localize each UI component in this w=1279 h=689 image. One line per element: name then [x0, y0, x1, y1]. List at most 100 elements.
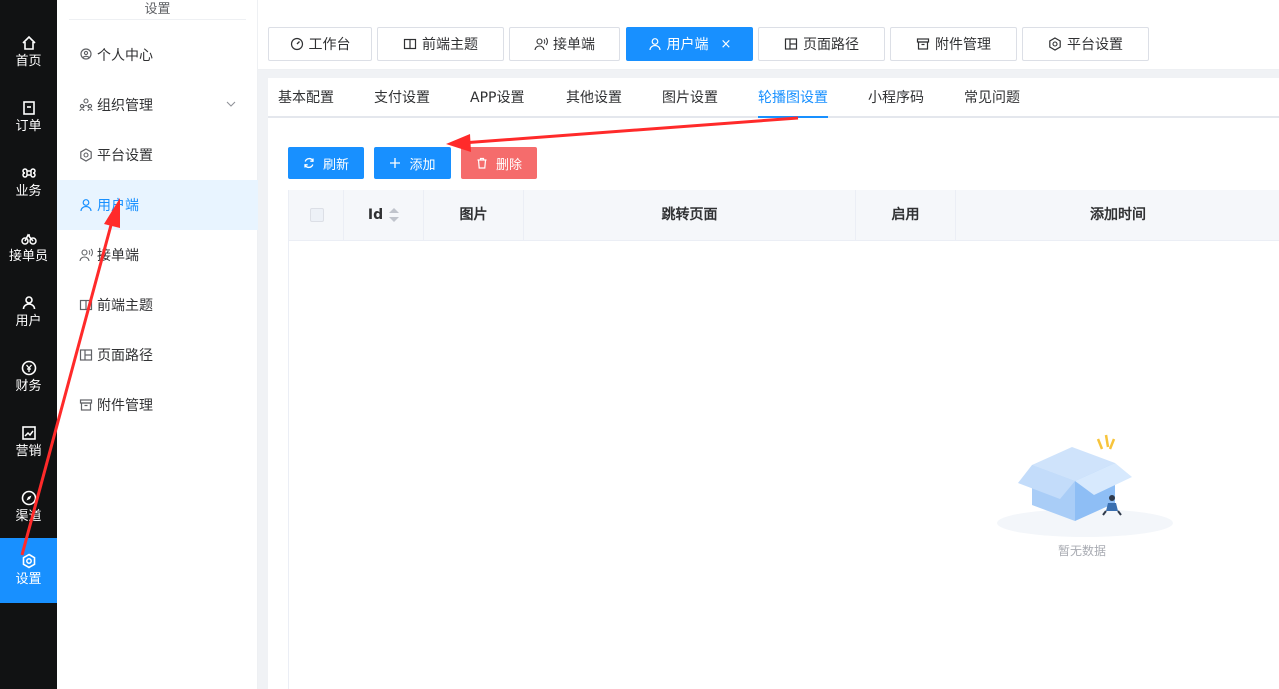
rail-item-label: 用户 — [15, 314, 42, 329]
chevron-down-icon — [226, 101, 236, 107]
order-icon — [22, 101, 35, 115]
tab-page-path[interactable]: 页面路径 — [758, 27, 885, 61]
sidebar-item-label: 前端主题 — [97, 298, 153, 314]
user-voice-icon — [534, 37, 548, 51]
rail-item-settings[interactable]: 设置 — [0, 538, 57, 603]
close-icon[interactable]: × — [721, 37, 732, 52]
rail-item-order[interactable]: 订单 — [0, 85, 57, 150]
rail-item-courier[interactable]: 接单员 — [0, 215, 57, 280]
rail-item-label: 营销 — [15, 444, 42, 459]
rail-item-label: 接单员 — [8, 249, 48, 264]
tab-label: 前端主题 — [422, 37, 478, 53]
column-created-time: 添加时间 — [1090, 207, 1146, 223]
yen-icon — [21, 360, 36, 376]
tab-dashboard[interactable]: 工作台 — [268, 27, 372, 61]
rail-item-user[interactable]: 用户 — [0, 280, 57, 345]
app-root: 首页 订单 业务 接单员 用户 财务 营销 渠道 设置 设置 个人中心 组织管理… — [0, 0, 1279, 689]
rail-item-label: 渠道 — [15, 509, 42, 524]
refresh-icon — [304, 157, 314, 169]
tab-image-settings[interactable]: 图片设置 — [662, 78, 718, 118]
sidebar-item-frontend-theme[interactable]: 前端主题 — [57, 280, 258, 330]
tab-basic-config[interactable]: 基本配置 — [278, 78, 334, 118]
layout-icon — [784, 38, 798, 50]
sidebar-item-attachments[interactable]: 附件管理 — [57, 380, 258, 430]
home-icon — [21, 35, 36, 50]
rail-item-marketing[interactable]: 营销 — [0, 410, 57, 475]
sidebar-item-label: 平台设置 — [97, 148, 153, 164]
content-panel: 基本配置 支付设置 APP设置 其他设置 图片设置 轮播图设置 小程序码 常见问… — [268, 78, 1279, 689]
add-button[interactable]: 添加 — [374, 147, 451, 179]
org-icon — [79, 98, 93, 112]
sidebar-item-label: 组织管理 — [97, 98, 153, 114]
select-all-cell — [289, 190, 344, 241]
dashboard-icon — [290, 37, 303, 51]
sidebar-item-label: 用户端 — [97, 198, 139, 214]
sidebar-item-label: 页面路径 — [97, 348, 153, 364]
tab-label: 接单端 — [553, 37, 595, 53]
rail-item-label: 订单 — [15, 119, 42, 134]
tab-user-client[interactable]: 用户端 × — [626, 27, 753, 61]
delete-button[interactable]: 删除 — [461, 147, 537, 179]
user-voice-icon — [79, 248, 93, 262]
sidebar-item-page-path[interactable]: 页面路径 — [57, 330, 258, 380]
sidebar-item-label: 个人中心 — [97, 48, 153, 64]
delete-label: 删除 — [495, 157, 522, 173]
rail-item-channel[interactable]: 渠道 — [0, 475, 57, 540]
book-icon — [403, 38, 417, 50]
tab-payment-settings[interactable]: 支付设置 — [374, 78, 430, 118]
sidebar-item-profile[interactable]: 个人中心 — [57, 30, 258, 80]
tab-other-settings[interactable]: 其他设置 — [566, 78, 622, 118]
tab-label: 工作台 — [308, 37, 351, 53]
column-id[interactable]: Id — [344, 190, 424, 241]
tab-attachments[interactable]: 附件管理 — [890, 27, 1017, 61]
user-icon — [80, 199, 92, 212]
sidebar-title: 设置 — [57, 0, 258, 20]
sidebar-item-label: 附件管理 — [97, 398, 153, 414]
tab-frontend-theme[interactable]: 前端主题 — [377, 27, 504, 61]
sidebar-item-platform-settings[interactable]: 平台设置 — [57, 130, 258, 180]
book-icon — [79, 299, 93, 311]
settings-subtabs: 基本配置 支付设置 APP设置 其他设置 图片设置 轮播图设置 小程序码 常见问… — [268, 78, 1279, 118]
sidebar-item-courier-client[interactable]: 接单端 — [57, 230, 258, 280]
rail-item-label: 业务 — [15, 184, 42, 199]
layout-icon — [79, 349, 93, 361]
tab-carousel-settings[interactable]: 轮播图设置 — [758, 78, 828, 118]
column-image: 图片 — [424, 190, 524, 241]
command-icon — [21, 168, 36, 178]
tab-label: 用户端 — [666, 37, 709, 53]
tab-label: 页面路径 — [803, 37, 859, 53]
chart-icon — [21, 426, 36, 440]
rail-item-finance[interactable]: 财务 — [0, 345, 57, 410]
location-icon — [80, 48, 92, 60]
compass-icon — [21, 490, 36, 506]
main-rail: 首页 订单 业务 接单员 用户 财务 营销 渠道 设置 — [0, 0, 57, 689]
user-icon — [648, 38, 661, 51]
rail-item-label: 设置 — [15, 572, 42, 587]
trash-icon — [477, 157, 487, 169]
refresh-button[interactable]: 刷新 — [288, 147, 364, 179]
tab-faq[interactable]: 常见问题 — [964, 78, 1020, 118]
rail-item-home[interactable]: 首页 — [0, 20, 57, 85]
tab-courier-client[interactable]: 接单端 — [509, 27, 620, 61]
rail-item-label: 首页 — [15, 54, 42, 69]
column-jump-page: 跳转页面 — [524, 190, 856, 241]
sidebar-item-user-client[interactable]: 用户端 — [57, 180, 258, 230]
plus-icon — [390, 158, 401, 168]
archive-icon — [916, 38, 930, 50]
tab-miniprogram-code[interactable]: 小程序码 — [868, 78, 924, 118]
sidebar-item-organization[interactable]: 组织管理 — [57, 80, 258, 130]
refresh-label: 刷新 — [322, 157, 349, 173]
sort-icon[interactable] — [389, 208, 400, 222]
select-all-checkbox[interactable] — [310, 208, 324, 222]
rail-item-business[interactable]: 业务 — [0, 150, 57, 215]
tab-app-settings[interactable]: APP设置 — [470, 78, 524, 118]
column-enabled: 启用 — [856, 190, 956, 241]
settings-sidebar: 设置 个人中心 组织管理 平台设置 用户端 接单端 前端主题 页面路径 附件管理 — [57, 0, 258, 689]
user-icon — [22, 296, 35, 310]
tab-platform-settings[interactable]: 平台设置 — [1022, 27, 1149, 61]
empty-state-text: 暂无数据 — [1057, 544, 1106, 558]
column-id-label: Id — [367, 207, 384, 223]
archive-icon — [79, 399, 93, 411]
bicycle-icon — [20, 233, 37, 245]
hexagon-icon — [80, 148, 92, 162]
